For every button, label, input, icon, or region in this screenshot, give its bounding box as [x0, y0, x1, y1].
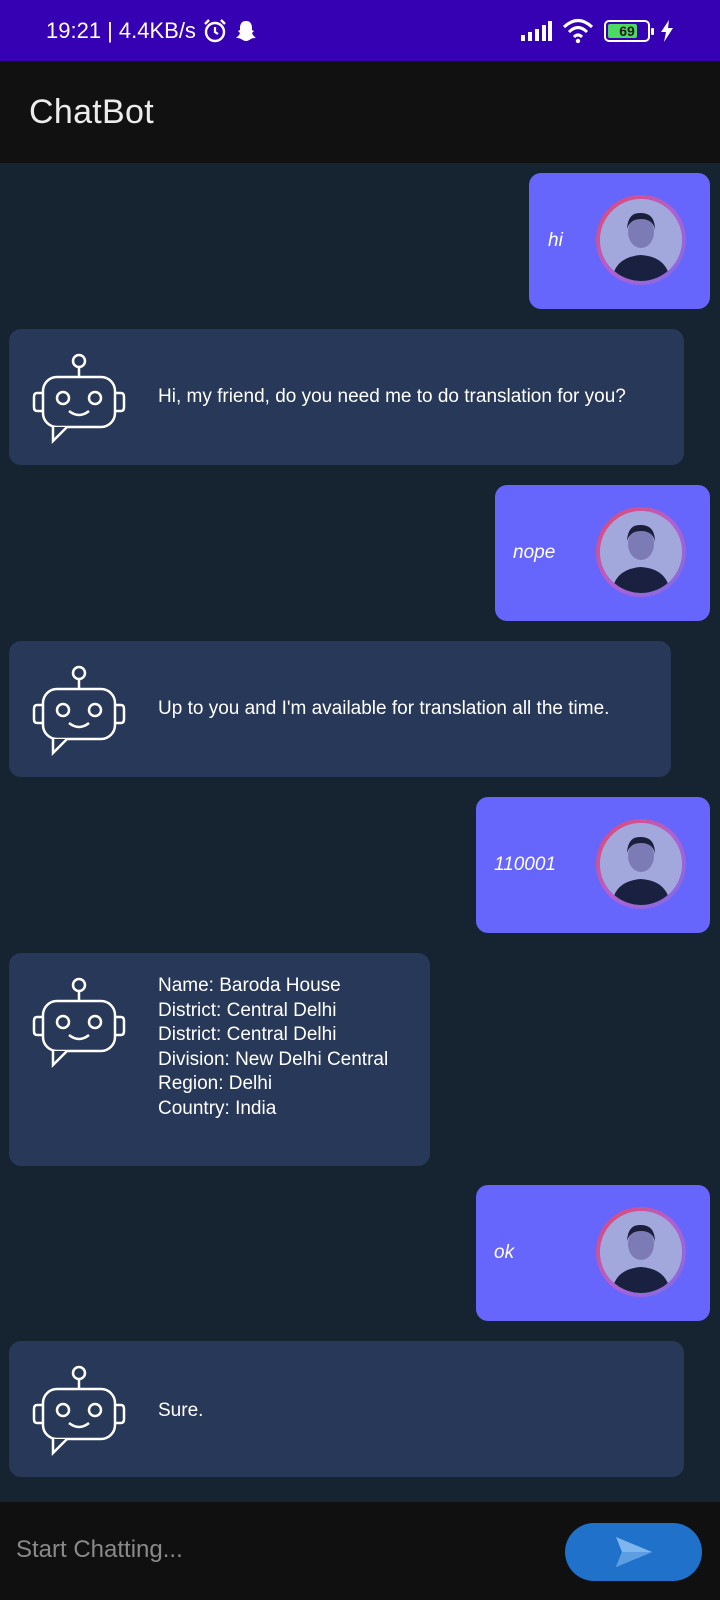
user-avatar [596, 819, 686, 909]
robot-icon [32, 665, 126, 757]
wifi-icon [562, 18, 594, 43]
bot-message-text: Up to you and I'm available for translat… [158, 698, 610, 719]
user-avatar [596, 1207, 686, 1297]
status-time: 19:21 [46, 17, 102, 43]
bot-message: Up to you and I'm available for translat… [9, 641, 671, 777]
app-title: ChatBot [29, 92, 154, 131]
user-message-text: ok [494, 1242, 515, 1263]
chat-input[interactable] [16, 1522, 536, 1578]
bot-message: Name: Baroda House District: Central Del… [9, 953, 430, 1166]
robot-icon [32, 353, 126, 445]
user-message: hi [529, 173, 710, 309]
bot-message-text: Name: Baroda House District: Central Del… [158, 975, 389, 1119]
chat-messages-list[interactable]: hi Hi, my friend, do you need me to do t… [0, 163, 720, 1502]
user-message-text: 110001 [494, 854, 556, 875]
app-bar: ChatBot [0, 61, 720, 163]
signal-icon [521, 20, 552, 41]
status-bar: 19:21 | 4.4KB/s 69 [0, 0, 720, 61]
charging-icon [661, 19, 673, 42]
bot-message: Sure. [9, 1341, 684, 1477]
input-bar [0, 1502, 720, 1600]
status-right: 69 [520, 0, 674, 61]
user-message-text: hi [548, 230, 563, 251]
robot-icon [32, 1365, 126, 1457]
user-message: nope [495, 485, 710, 621]
battery-icon: 69 [604, 19, 654, 42]
battery-level: 69 [619, 22, 635, 39]
bot-message-text: Sure. [158, 1400, 204, 1421]
snapchat-icon [235, 20, 256, 41]
bot-message-text: Hi, my friend, do you need me to do tran… [158, 386, 626, 407]
status-network-speed: | 4.4KB/s [107, 17, 196, 43]
robot-icon [32, 977, 126, 1069]
bot-message: Hi, my friend, do you need me to do tran… [9, 329, 684, 465]
user-message: 110001 [476, 797, 710, 933]
send-icon [615, 1537, 652, 1567]
user-message-text: nope [513, 542, 556, 563]
send-button[interactable] [565, 1523, 702, 1581]
user-avatar [596, 195, 686, 285]
user-avatar [596, 507, 686, 597]
status-left: 19:21 | 4.4KB/s [46, 0, 258, 61]
user-message: ok [476, 1185, 710, 1321]
alarm-icon [204, 18, 226, 42]
